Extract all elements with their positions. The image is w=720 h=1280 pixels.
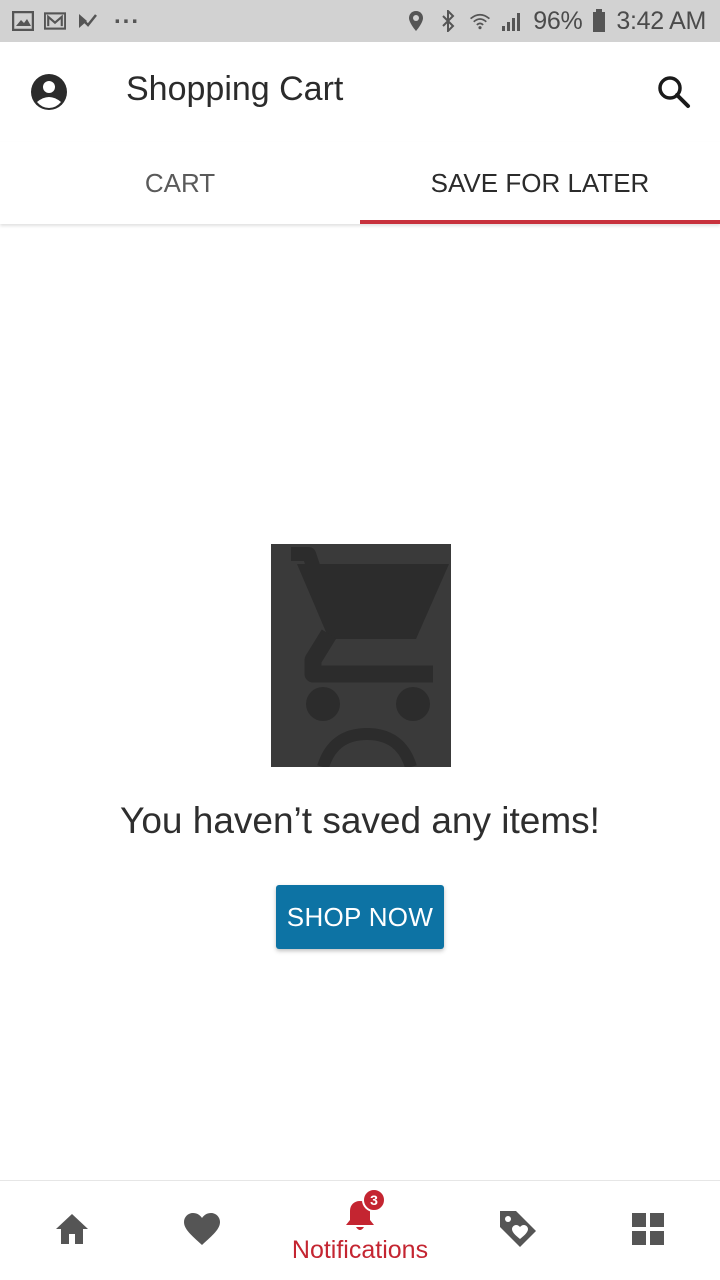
nav-item-home[interactable] [0, 1181, 144, 1280]
search-icon[interactable] [654, 72, 694, 112]
nav-item-deals[interactable] [446, 1181, 590, 1280]
bluetooth-icon [437, 10, 459, 32]
home-icon [54, 1212, 90, 1251]
notification-badge: 3 [362, 1187, 386, 1212]
empty-state-message: You haven’t saved any items! [120, 800, 600, 841]
nav-item-notifications[interactable]: 3 Notifications [288, 1181, 432, 1280]
grid-icon [631, 1212, 665, 1251]
status-bar: ... 96% 3:42 AM [0, 0, 720, 42]
battery-percent: 96% [533, 6, 583, 35]
more-dots-icon: ... [114, 2, 141, 29]
nav-item-favorites[interactable] [130, 1181, 274, 1280]
gmail-icon [44, 10, 66, 32]
shop-now-button[interactable]: SHOP NOW [276, 885, 444, 949]
battery-icon [592, 9, 606, 32]
nav-label-notifications: Notifications [291, 1235, 429, 1264]
tab-bar: CART SAVE FOR LATER [0, 142, 720, 224]
wifi-icon [469, 10, 491, 32]
sad-cart-icon [271, 544, 451, 767]
bottom-nav: 3 Notifications [0, 1180, 720, 1280]
signal-icon [501, 10, 523, 32]
status-left: ... [12, 2, 140, 32]
gallery-icon [12, 10, 34, 32]
status-right: 96% 3:42 AM [405, 7, 706, 36]
page-title: Shopping Cart [126, 70, 344, 108]
location-icon [405, 10, 427, 32]
heart-icon [183, 1212, 221, 1251]
account-circle-icon[interactable] [29, 72, 69, 112]
bell-icon: 3 [342, 1187, 386, 1234]
tab-cart[interactable]: CART [0, 142, 360, 224]
check-icon [76, 10, 98, 32]
app-bar: Shopping Cart [0, 42, 720, 142]
clock: 3:42 AM [616, 6, 706, 35]
nav-item-more[interactable] [576, 1181, 720, 1280]
tag-heart-icon [498, 1209, 538, 1254]
tab-save-for-later[interactable]: SAVE FOR LATER [360, 142, 720, 224]
